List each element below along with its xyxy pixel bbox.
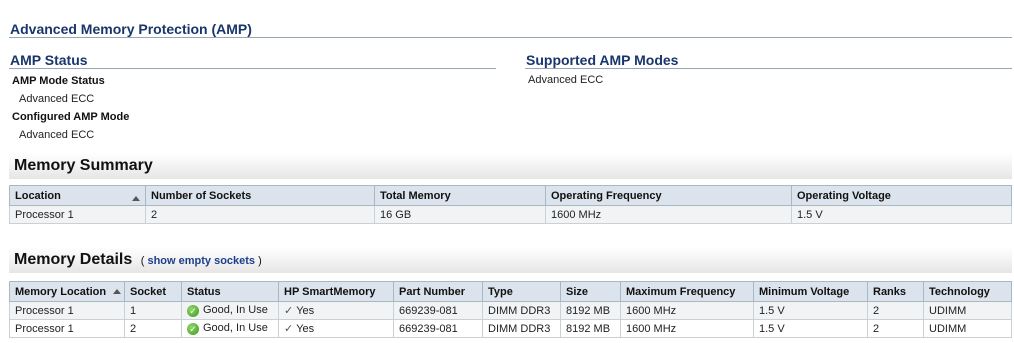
- cell-minimum-voltage: 1.5 V: [753, 301, 868, 320]
- cell-hp-smartmemory: ✓ Yes: [278, 301, 394, 320]
- checkmark-icon: ✓: [284, 323, 294, 335]
- cell-memory-location: Processor 1: [9, 301, 125, 320]
- supported-amp-modes-divider: [525, 68, 1012, 69]
- column-header-technology[interactable]: Technology: [923, 281, 1012, 302]
- column-header-minimum-voltage[interactable]: Minimum Voltage: [753, 281, 868, 302]
- supported-amp-modes-heading: Supported AMP Modes: [526, 52, 679, 68]
- cell-socket: 1: [124, 301, 182, 320]
- column-header-part-number[interactable]: Part Number: [393, 281, 483, 302]
- check-circle-icon: ✓: [187, 304, 199, 317]
- column-header-ranks[interactable]: Ranks: [867, 281, 924, 302]
- cell-maximum-frequency: 1600 MHz: [620, 301, 754, 320]
- status-text: Good, In Use: [203, 304, 268, 317]
- page-title: Advanced Memory Protection (AMP): [10, 21, 252, 37]
- column-header-hp-smartmemory[interactable]: HP SmartMemory: [278, 281, 394, 302]
- column-header-maximum-frequency[interactable]: Maximum Frequency: [620, 281, 754, 302]
- memory-summary-title: Memory Summary: [14, 157, 153, 174]
- cell-status: ✓ Good, In Use: [181, 319, 279, 338]
- cell-size: 8192 MB: [560, 319, 621, 338]
- cell-location: Processor 1: [9, 205, 146, 224]
- amp-status-heading: AMP Status: [10, 52, 88, 68]
- memory-details-title-wrap: Memory Details ( show empty sockets ): [14, 251, 262, 269]
- memory-details-header-row: Memory Location Socket Status HP SmartMe…: [9, 281, 1012, 302]
- cell-technology: UDIMM: [923, 319, 1012, 338]
- check-circle-icon: ✓: [187, 322, 199, 335]
- column-header-size[interactable]: Size: [560, 281, 621, 302]
- cell-maximum-frequency: 1600 MHz: [620, 319, 754, 338]
- memory-summary-header: Memory Summary: [9, 153, 1012, 179]
- configured-amp-mode-label: Configured AMP Mode: [12, 111, 130, 123]
- cell-number-of-sockets: 2: [145, 205, 375, 224]
- supported-amp-mode-value: Advanced ECC: [528, 74, 604, 86]
- cell-part-number: 669239-081: [393, 319, 483, 338]
- column-header-location[interactable]: Location: [9, 185, 146, 206]
- column-header-memory-location[interactable]: Memory Location: [9, 281, 125, 302]
- cell-memory-location: Processor 1: [9, 319, 125, 338]
- cell-technology: UDIMM: [923, 301, 1012, 320]
- memory-summary-table: Location Number of Sockets Total Memory …: [9, 185, 1012, 224]
- column-header-total-memory[interactable]: Total Memory: [374, 185, 546, 206]
- cell-size: 8192 MB: [560, 301, 621, 320]
- amp-mode-status-label: AMP Mode Status: [12, 75, 105, 87]
- cell-type: DIMM DDR3: [482, 319, 561, 338]
- memory-details-header: Memory Details ( show empty sockets ): [9, 247, 1012, 273]
- column-header-socket[interactable]: Socket: [124, 281, 182, 302]
- cell-ranks: 2: [867, 319, 924, 338]
- amp-mode-status-value: Advanced ECC: [19, 93, 95, 105]
- cell-operating-frequency: 1600 MHz: [545, 205, 792, 224]
- cell-socket: 2: [124, 319, 182, 338]
- amp-status-divider: [9, 68, 496, 69]
- column-header-status[interactable]: Status: [181, 281, 279, 302]
- column-header-operating-voltage[interactable]: Operating Voltage: [791, 185, 1012, 206]
- title-divider: [9, 37, 1012, 38]
- cell-type: DIMM DDR3: [482, 301, 561, 320]
- sort-ascending-icon[interactable]: [113, 289, 122, 295]
- sort-ascending-icon[interactable]: [132, 195, 140, 201]
- configured-amp-mode-value: Advanced ECC: [19, 129, 95, 141]
- smartmemory-text: Yes: [296, 323, 315, 335]
- cell-ranks: 2: [867, 301, 924, 320]
- table-row: Processor 1 1 ✓ Good, In Use ✓ Yes 669239-…: [9, 301, 1012, 320]
- column-header-number-of-sockets[interactable]: Number of Sockets: [145, 185, 375, 206]
- smartmemory-text: Yes: [296, 305, 315, 317]
- show-empty-sockets-wrap: ( show empty sockets ): [141, 255, 262, 267]
- cell-hp-smartmemory: ✓ Yes: [278, 319, 394, 338]
- column-header-label: Location: [15, 189, 61, 202]
- cell-operating-voltage: 1.5 V: [791, 205, 1012, 224]
- paren-open: (: [140, 255, 145, 267]
- table-row: Processor 1 2 ✓ Good, In Use ✓ Yes 669239-…: [9, 319, 1012, 338]
- memory-details-title: Memory Details: [14, 251, 133, 268]
- column-header-label: Memory Location: [15, 285, 107, 298]
- column-header-operating-frequency[interactable]: Operating Frequency: [545, 185, 792, 206]
- column-header-type[interactable]: Type: [482, 281, 561, 302]
- show-empty-sockets-link[interactable]: show empty sockets: [147, 255, 255, 267]
- checkmark-icon: ✓: [284, 305, 294, 317]
- cell-part-number: 669239-081: [393, 301, 483, 320]
- memory-details-table: Memory Location Socket Status HP SmartMe…: [9, 281, 1012, 338]
- memory-summary-header-row: Location Number of Sockets Total Memory …: [9, 185, 1012, 206]
- cell-total-memory: 16 GB: [374, 205, 546, 224]
- paren-close: ): [258, 255, 262, 267]
- status-text: Good, In Use: [203, 322, 268, 335]
- cell-minimum-voltage: 1.5 V: [753, 319, 868, 338]
- table-row: Processor 1 2 16 GB 1600 MHz 1.5 V: [9, 205, 1012, 224]
- cell-status: ✓ Good, In Use: [181, 301, 279, 320]
